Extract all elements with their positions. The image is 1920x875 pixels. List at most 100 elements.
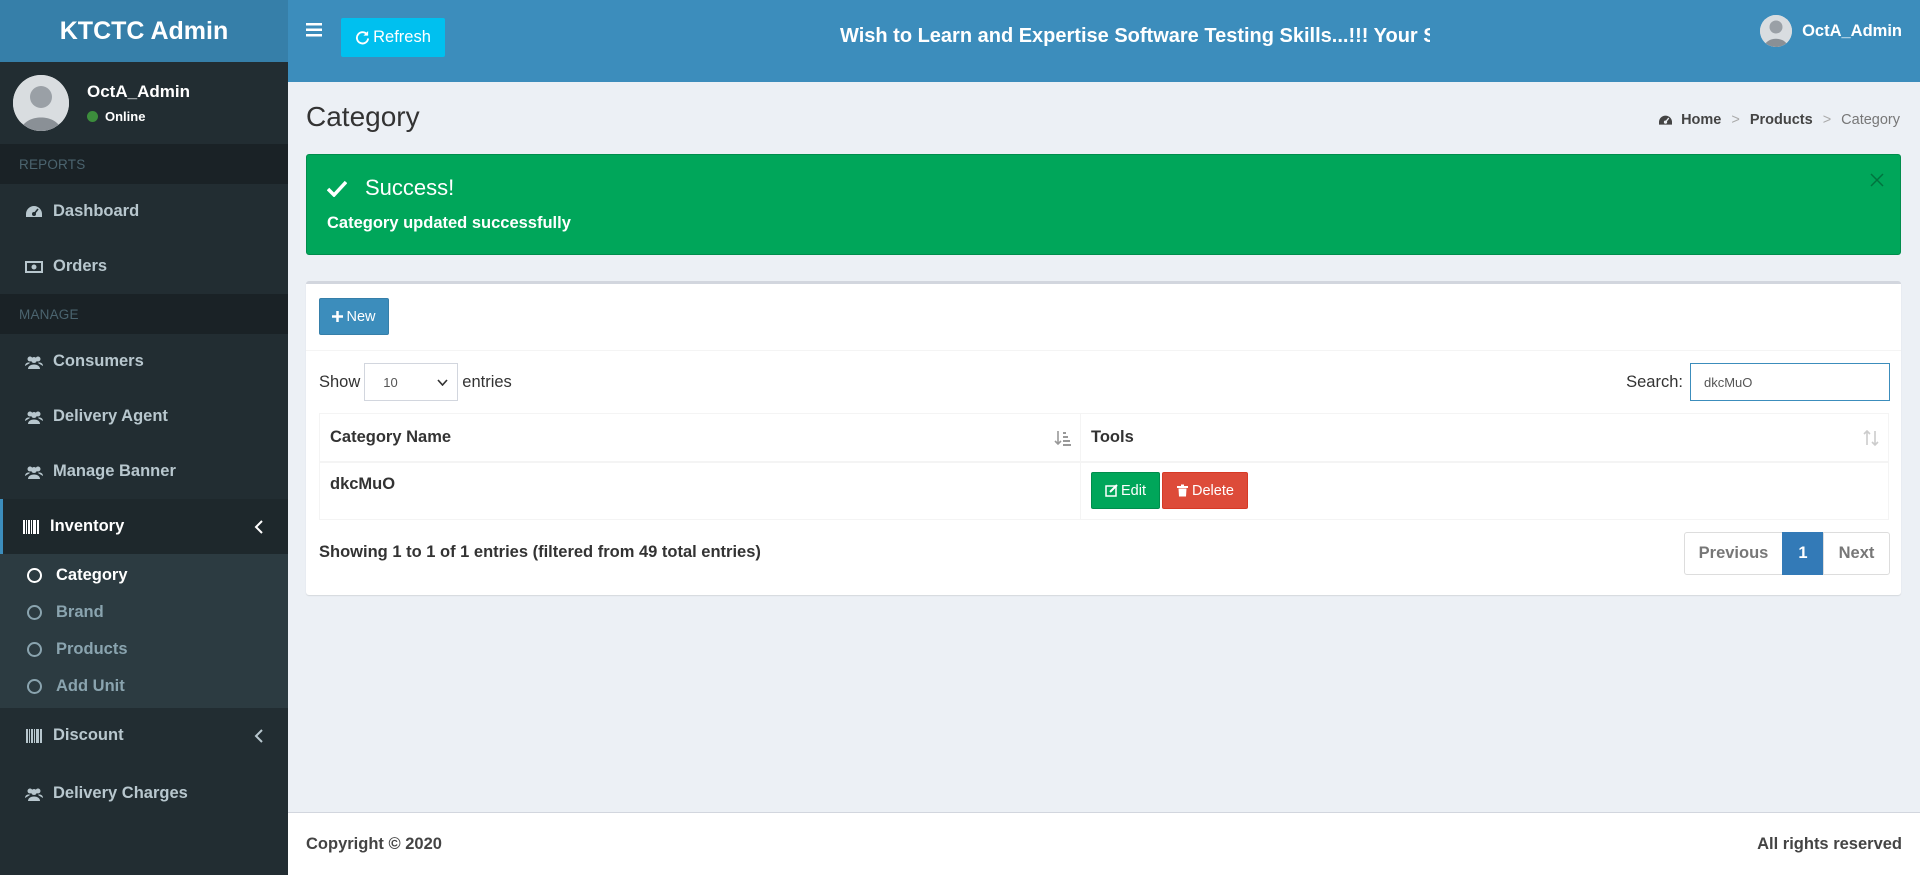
page-length-select[interactable]: 10 (364, 363, 459, 401)
section-header-manage: MANAGE (0, 294, 288, 334)
pagination-previous[interactable]: Previous (1684, 532, 1783, 575)
category-table: Category Name Tools dkcMuO Edit Delete (319, 413, 1889, 520)
inventory-submenu: Category Brand Products Add Unit (0, 554, 288, 708)
tools-cell: Edit Delete (1080, 461, 1889, 520)
delete-button-label: Delete (1192, 482, 1234, 499)
breadcrumb-products[interactable]: Products (1750, 112, 1813, 128)
online-status-dot (87, 111, 98, 122)
category-name-cell: dkcMuO (319, 461, 1081, 520)
sidebar-item-label: Manage Banner (53, 462, 176, 480)
sidebar-item-label: Inventory (50, 517, 125, 535)
circle-icon (27, 605, 42, 620)
sidebar-subitem-add-unit[interactable]: Add Unit (0, 668, 288, 705)
breadcrumb-separator: > (1731, 112, 1740, 128)
sidebar-subitem-brand[interactable]: Brand (0, 594, 288, 631)
sidebar-item-label: Orders (53, 257, 108, 275)
sidebar-item-label: Consumers (53, 352, 144, 370)
sort-asc-icon (1054, 431, 1071, 446)
sort-icon (1863, 429, 1879, 447)
pagination-page[interactable]: 1 (1782, 532, 1824, 575)
page-length-value: 10 (383, 374, 398, 390)
sidebar-item-orders[interactable]: Orders (0, 239, 288, 294)
sidebar-subitem-category[interactable]: Category (0, 557, 288, 594)
edit-icon (1105, 484, 1118, 497)
sidebar-item-discount[interactable]: Discount (0, 708, 288, 763)
refresh-button[interactable]: Refresh (341, 18, 445, 57)
show-label: Show (319, 372, 361, 391)
sidebar-subitem-label: Category (56, 566, 128, 584)
alert-message: Category updated successfully (327, 214, 571, 232)
edit-button[interactable]: Edit (1091, 472, 1160, 510)
breadcrumb-home[interactable]: Home (1681, 112, 1721, 128)
user-avatar (1760, 15, 1793, 47)
column-header-tools[interactable]: Tools (1080, 413, 1889, 463)
sidebar-subitem-label: Products (56, 640, 128, 658)
sidebar-item-dashboard[interactable]: Dashboard (0, 184, 288, 239)
chevron-down-icon (437, 378, 448, 386)
top-navbar: Refresh Wish to Learn and Expertise Soft… (288, 0, 1920, 82)
refresh-button-label: Refresh (373, 28, 431, 46)
hamburger-menu-icon[interactable] (306, 22, 324, 38)
users-icon (25, 464, 43, 480)
circle-icon (27, 568, 42, 583)
app-logo[interactable]: KTCTC Admin (0, 0, 288, 62)
footer: Copyright © 2020 All rights reserved (288, 812, 1920, 875)
user-panel: OctA_Admin Online (0, 62, 288, 144)
sidebar-item-label: Discount (53, 726, 124, 744)
box-header: New (306, 284, 1901, 351)
sidebar: KTCTC Admin OctA_Admin Online REPORTS Da… (0, 0, 288, 875)
edit-button-label: Edit (1121, 482, 1146, 499)
breadcrumb-current: Category (1841, 112, 1900, 128)
user-status: Online (87, 109, 190, 124)
pagination-next[interactable]: Next (1823, 532, 1890, 575)
breadcrumb: Home > Products > Category (1658, 112, 1900, 128)
circle-icon (27, 679, 42, 694)
search-input[interactable]: dkcMuO (1690, 363, 1890, 401)
header-user-name: OctA_Admin (1802, 21, 1902, 40)
sidebar-item-manage-banner[interactable]: Manage Banner (0, 444, 288, 499)
close-icon[interactable] (1870, 173, 1884, 187)
users-icon (25, 786, 43, 802)
copyright-text: Copyright © 2020 (306, 835, 442, 853)
sidebar-user-name: OctA_Admin (87, 82, 190, 101)
section-header-reports: REPORTS (0, 144, 288, 184)
marquee-banner: Wish to Learn and Expertise Software Tes… (840, 25, 1430, 47)
column-header-category-name[interactable]: Category Name (319, 413, 1081, 463)
alert-title: Success! (327, 175, 454, 201)
search-label: Search: (1626, 372, 1683, 391)
page-title: Category (306, 101, 420, 132)
breadcrumb-separator: > (1822, 112, 1832, 128)
table-row: dkcMuO Edit Delete (319, 461, 1889, 520)
column-header-label: Tools (1091, 427, 1134, 446)
users-icon (25, 409, 43, 425)
user-status-label: Online (105, 109, 146, 124)
new-button-label: New (346, 308, 376, 325)
sidebar-item-delivery-agent[interactable]: Delivery Agent (0, 389, 288, 444)
category-box: New Show 10 entries Search: dkcMuO Categ… (306, 281, 1901, 595)
sidebar-item-label: Delivery Charges (53, 784, 188, 802)
new-category-button[interactable]: New (319, 298, 389, 335)
alert-title-text: Success! (365, 175, 455, 200)
user-menu[interactable]: OctA_Admin (1760, 15, 1902, 47)
sidebar-item-inventory[interactable]: Inventory (0, 499, 288, 554)
money-icon (25, 259, 43, 275)
success-alert: Success! Category updated successfully (306, 154, 1901, 255)
barcode-icon (25, 728, 43, 744)
circle-icon (27, 642, 42, 657)
check-icon (327, 180, 347, 197)
barcode-icon (22, 519, 40, 535)
rights-text: All rights reserved (1757, 835, 1902, 853)
delete-button[interactable]: Delete (1162, 472, 1248, 510)
column-header-label: Category Name (330, 427, 452, 446)
dashboard-icon (1659, 115, 1673, 125)
search-control: Search: dkcMuO (1626, 363, 1890, 401)
sidebar-item-delivery-charges[interactable]: Delivery Charges (0, 766, 288, 821)
sidebar-subitem-label: Brand (56, 603, 104, 621)
page-length-control: Show 10 entries (319, 363, 512, 401)
sidebar-subitem-products[interactable]: Products (0, 631, 288, 668)
table-header-row: Category Name Tools (319, 413, 1889, 463)
dashboard-icon (25, 204, 43, 220)
sidebar-item-label: Dashboard (53, 202, 140, 220)
sidebar-item-consumers[interactable]: Consumers (0, 334, 288, 389)
plus-icon (332, 311, 344, 322)
